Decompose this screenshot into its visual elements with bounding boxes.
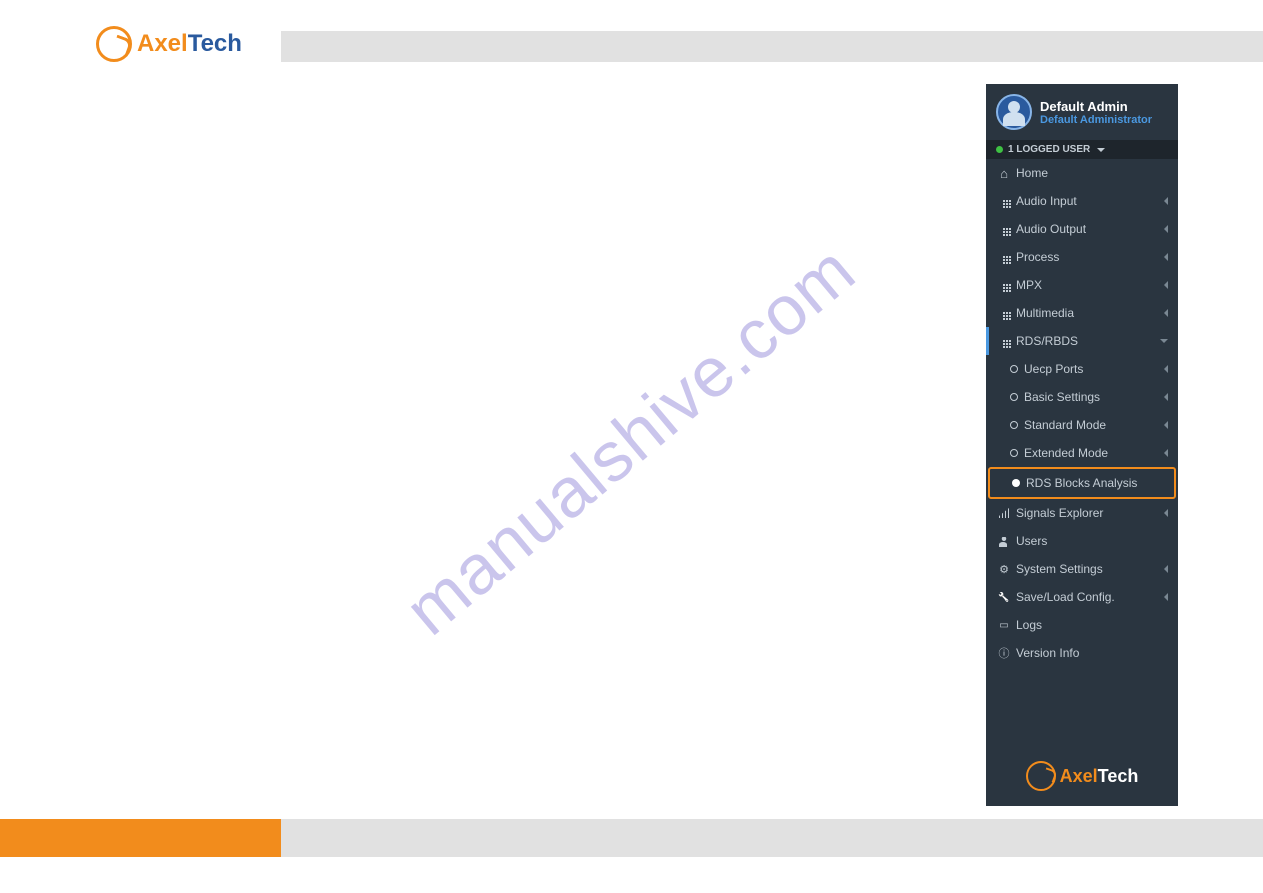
caret-right-icon	[1164, 593, 1168, 601]
nav-multimedia-label: Multimedia	[1016, 306, 1074, 320]
wrench-icon	[998, 591, 1010, 603]
nav-basic-settings[interactable]: Basic Settings	[986, 383, 1178, 411]
nav-mpx-label: MPX	[1016, 278, 1042, 292]
nav-users-label: Users	[1016, 534, 1047, 548]
logo-part2: Tech	[188, 30, 242, 57]
nav-version-info[interactable]: Version Info	[986, 639, 1178, 667]
watermark-text: manualshive.com	[390, 229, 870, 650]
top-grey-bar	[281, 31, 1263, 62]
caret-right-icon	[1164, 565, 1168, 573]
nav-users[interactable]: Users	[986, 527, 1178, 555]
bullet-filled-icon	[1012, 479, 1020, 487]
home-icon	[998, 167, 1010, 179]
caret-down-icon	[1097, 148, 1105, 152]
logo-text: AxelTech	[1060, 766, 1139, 787]
nav-system-settings[interactable]: System Settings	[986, 555, 1178, 583]
nav-uecp-ports-label: Uecp Ports	[1024, 362, 1083, 376]
nav-system-settings-label: System Settings	[1016, 562, 1103, 576]
nav-mpx[interactable]: MPX	[986, 271, 1178, 299]
nav-basic-settings-label: Basic Settings	[1024, 390, 1100, 404]
nav-home[interactable]: Home	[986, 159, 1178, 187]
logo-part2: Tech	[1098, 766, 1139, 786]
grid-icon	[998, 251, 1010, 263]
user-header[interactable]: Default Admin Default Administrator	[986, 84, 1178, 140]
caret-right-icon	[1164, 225, 1168, 233]
grid-icon	[998, 195, 1010, 207]
caret-right-icon	[1164, 281, 1168, 289]
nav-rds-blocks-label: RDS Blocks Analysis	[1026, 476, 1137, 490]
nav-home-label: Home	[1016, 166, 1048, 180]
nav-standard-mode[interactable]: Standard Mode	[986, 411, 1178, 439]
caret-right-icon	[1164, 393, 1168, 401]
gear-icon	[998, 563, 1010, 575]
caret-right-icon	[1164, 253, 1168, 261]
logo-part1: Axel	[137, 30, 188, 57]
nav-signals-explorer[interactable]: Signals Explorer	[986, 499, 1178, 527]
caret-right-icon	[1164, 365, 1168, 373]
top-header: AxelTech	[0, 0, 1263, 62]
caret-down-icon	[1160, 339, 1168, 343]
nav-save-load-config[interactable]: Save/Load Config.	[986, 583, 1178, 611]
nav-extended-mode[interactable]: Extended Mode	[986, 439, 1178, 467]
bottom-orange-bar	[0, 819, 281, 857]
bullet-open-icon	[1010, 365, 1018, 373]
user-info: Default Admin Default Administrator	[1040, 99, 1152, 126]
sidebar-footer: AxelTech	[986, 746, 1178, 806]
nav-rds-rbds[interactable]: RDS/RBDS	[986, 327, 1178, 355]
nav-multimedia[interactable]: Multimedia	[986, 299, 1178, 327]
nav-extended-mode-label: Extended Mode	[1024, 446, 1108, 460]
grid-icon	[998, 335, 1010, 347]
nav-save-load-label: Save/Load Config.	[1016, 590, 1115, 604]
bullet-open-icon	[1010, 421, 1018, 429]
nav-process[interactable]: Process	[986, 243, 1178, 271]
nav-menu: Home Audio Input Audio Output Process MP…	[986, 159, 1178, 746]
brand-logo-bottom: AxelTech	[1026, 761, 1139, 791]
nav-process-label: Process	[1016, 250, 1059, 264]
caret-right-icon	[1164, 509, 1168, 517]
caret-right-icon	[1164, 421, 1168, 429]
bullet-open-icon	[1010, 449, 1018, 457]
caret-right-icon	[1164, 449, 1168, 457]
user-icon	[998, 535, 1010, 547]
nav-audio-output[interactable]: Audio Output	[986, 215, 1178, 243]
signal-icon	[998, 507, 1010, 519]
logo-icon	[96, 26, 132, 62]
user-name: Default Admin	[1040, 99, 1152, 114]
nav-standard-mode-label: Standard Mode	[1024, 418, 1106, 432]
bottom-white-bar	[0, 857, 1263, 893]
avatar	[996, 94, 1032, 130]
nav-audio-output-label: Audio Output	[1016, 222, 1086, 236]
nav-logs[interactable]: Logs	[986, 611, 1178, 639]
logo-text: AxelTech	[137, 30, 242, 58]
brand-logo-top: AxelTech	[96, 26, 242, 62]
nav-version-info-label: Version Info	[1016, 646, 1079, 660]
logo-icon	[1026, 761, 1056, 791]
grid-icon	[998, 279, 1010, 291]
bullet-open-icon	[1010, 393, 1018, 401]
nav-audio-input[interactable]: Audio Input	[986, 187, 1178, 215]
caret-right-icon	[1164, 309, 1168, 317]
user-role: Default Administrator	[1040, 114, 1152, 126]
logged-users-label: 1 LOGGED USER	[1008, 144, 1090, 155]
nav-audio-input-label: Audio Input	[1016, 194, 1077, 208]
grid-icon	[998, 307, 1010, 319]
nav-rds-rbds-label: RDS/RBDS	[1016, 334, 1078, 348]
logo-part1: Axel	[1060, 766, 1098, 786]
logged-users-bar[interactable]: 1 LOGGED USER	[986, 140, 1178, 159]
card-icon	[998, 619, 1010, 631]
nav-logs-label: Logs	[1016, 618, 1042, 632]
caret-right-icon	[1164, 197, 1168, 205]
status-dot-icon	[996, 146, 1003, 153]
nav-signals-explorer-label: Signals Explorer	[1016, 506, 1103, 520]
nav-rds-blocks-analysis[interactable]: RDS Blocks Analysis	[988, 467, 1176, 499]
info-icon	[998, 647, 1010, 659]
sidebar: Default Admin Default Administrator 1 LO…	[986, 84, 1178, 806]
grid-icon	[998, 223, 1010, 235]
nav-uecp-ports[interactable]: Uecp Ports	[986, 355, 1178, 383]
